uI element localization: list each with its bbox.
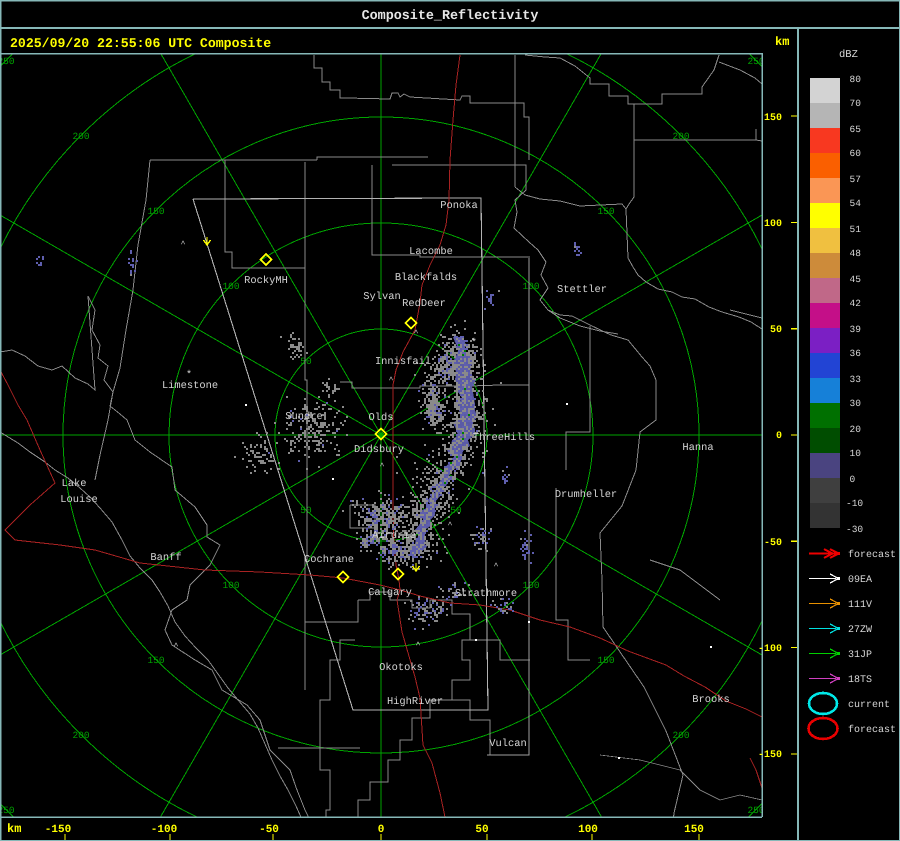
svg-text:39: 39 xyxy=(850,324,862,335)
svg-text:^: ^ xyxy=(389,376,394,385)
svg-text:250: 250 xyxy=(0,56,15,67)
svg-text:ThreeHills: ThreeHills xyxy=(473,432,535,444)
svg-text:*: * xyxy=(471,337,477,349)
svg-text:^: ^ xyxy=(448,521,453,530)
svg-text:150: 150 xyxy=(147,655,164,666)
svg-text:200: 200 xyxy=(672,730,689,741)
svg-text:Blackfalds: Blackfalds xyxy=(395,272,457,284)
svg-text:31JP: 31JP xyxy=(848,650,872,661)
svg-text:km: km xyxy=(775,35,789,49)
svg-text:^: ^ xyxy=(494,562,499,571)
svg-text:-150: -150 xyxy=(45,824,71,836)
svg-text:-150: -150 xyxy=(758,750,782,761)
svg-text:dBZ: dBZ xyxy=(839,49,858,61)
svg-text:65: 65 xyxy=(850,124,862,135)
svg-text:Airdrie: Airdrie xyxy=(372,530,416,542)
svg-text:50: 50 xyxy=(450,505,462,516)
svg-text:100: 100 xyxy=(522,580,539,591)
svg-text:42: 42 xyxy=(850,298,862,309)
svg-text:^: ^ xyxy=(416,641,421,650)
svg-text:Innisfail: Innisfail xyxy=(375,356,431,368)
svg-text:100: 100 xyxy=(578,824,598,836)
svg-text:10: 10 xyxy=(850,448,862,459)
svg-text:forecast: forecast xyxy=(848,724,896,736)
svg-text:-100: -100 xyxy=(151,824,177,836)
svg-text:-30: -30 xyxy=(846,524,863,535)
svg-text:111V: 111V xyxy=(848,600,872,611)
svg-text:150: 150 xyxy=(597,655,614,666)
svg-text:RedDeer: RedDeer xyxy=(402,298,446,310)
svg-text:-10: -10 xyxy=(846,498,863,509)
svg-text:57: 57 xyxy=(850,174,861,185)
svg-text:Composite_Reflectivity: Composite_Reflectivity xyxy=(362,9,539,24)
svg-text:Calgary: Calgary xyxy=(368,587,412,599)
svg-text:100: 100 xyxy=(222,580,239,591)
svg-text:70: 70 xyxy=(850,98,862,109)
svg-text:HighRiver: HighRiver xyxy=(387,696,443,708)
svg-text:100: 100 xyxy=(222,281,239,292)
svg-text:Vulcan: Vulcan xyxy=(489,738,526,750)
svg-text:18TS: 18TS xyxy=(848,675,872,686)
svg-text:Strathmore: Strathmore xyxy=(455,588,517,600)
svg-text:45: 45 xyxy=(850,274,862,285)
svg-text:Banff: Banff xyxy=(150,552,181,564)
svg-text:Lake: Lake xyxy=(62,478,87,490)
svg-text:0: 0 xyxy=(776,431,782,442)
svg-text:150: 150 xyxy=(764,113,782,124)
svg-text:-100: -100 xyxy=(758,644,782,655)
svg-text:Sundre: Sundre xyxy=(285,411,322,423)
svg-text:Hanna: Hanna xyxy=(682,442,713,454)
svg-text:Louise: Louise xyxy=(60,494,97,506)
svg-text:27ZW: 27ZW xyxy=(848,625,872,636)
svg-text:0: 0 xyxy=(850,474,856,485)
svg-text:100: 100 xyxy=(764,219,782,230)
svg-text:^: ^ xyxy=(380,462,385,471)
svg-text:current: current xyxy=(848,700,890,711)
svg-text:50: 50 xyxy=(300,505,312,516)
svg-text:50: 50 xyxy=(300,356,312,367)
svg-text:36: 36 xyxy=(850,348,862,359)
svg-text:Limestone: Limestone xyxy=(162,380,218,392)
svg-text:200: 200 xyxy=(72,730,89,741)
svg-text:150: 150 xyxy=(597,206,614,217)
svg-text:09EA: 09EA xyxy=(848,575,872,586)
svg-text:Okotoks: Okotoks xyxy=(379,662,423,674)
svg-text:48: 48 xyxy=(850,248,862,259)
svg-text:2025/09/20 22:55:06 UTC Compos: 2025/09/20 22:55:06 UTC Composite xyxy=(10,36,271,51)
svg-text:-50: -50 xyxy=(259,824,279,836)
svg-text:Drumheller: Drumheller xyxy=(555,489,617,501)
svg-text:-50: -50 xyxy=(764,538,782,549)
svg-text:150: 150 xyxy=(147,206,164,217)
svg-text:Olds: Olds xyxy=(369,412,394,424)
svg-text:54: 54 xyxy=(850,198,862,209)
svg-text:Ponoka: Ponoka xyxy=(440,200,477,212)
svg-text:RockyMH: RockyMH xyxy=(244,275,288,287)
svg-text:50: 50 xyxy=(770,325,782,336)
svg-text:Lacombe: Lacombe xyxy=(409,246,453,258)
svg-text:^: ^ xyxy=(414,329,419,338)
svg-text:100: 100 xyxy=(522,281,539,292)
svg-text:20: 20 xyxy=(850,424,862,435)
svg-text:Stettler: Stettler xyxy=(557,284,607,296)
svg-text:33: 33 xyxy=(850,374,862,385)
svg-text:km: km xyxy=(7,822,21,836)
svg-text:60: 60 xyxy=(850,148,862,159)
svg-text:Cochrane: Cochrane xyxy=(304,554,354,566)
svg-text:forecast: forecast xyxy=(848,549,896,561)
svg-text:Didsbury: Didsbury xyxy=(354,444,404,456)
svg-text:^: ^ xyxy=(181,240,186,249)
svg-text:^: ^ xyxy=(174,642,179,651)
svg-text:Brooks: Brooks xyxy=(692,694,729,706)
svg-text:80: 80 xyxy=(850,74,862,85)
svg-text:30: 30 xyxy=(850,398,862,409)
svg-text:51: 51 xyxy=(850,224,862,235)
svg-text:150: 150 xyxy=(684,824,704,836)
svg-text:250: 250 xyxy=(0,805,15,816)
svg-text:Sylvan: Sylvan xyxy=(363,291,400,303)
svg-text:200: 200 xyxy=(72,131,89,142)
